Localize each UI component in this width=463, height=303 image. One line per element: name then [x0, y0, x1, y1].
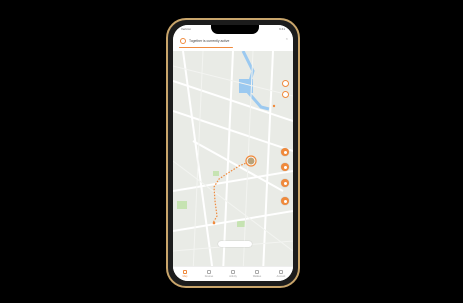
tab-label-devices: Devices [204, 275, 214, 278]
tab-label-map: Map [182, 275, 188, 278]
map-icon [183, 270, 187, 274]
action-button-4[interactable] [281, 197, 289, 205]
map-view[interactable] [173, 51, 293, 273]
account-icon [279, 270, 283, 274]
tab-account[interactable]: Account [271, 270, 291, 278]
tab-walkies[interactable]: Walkies [247, 270, 267, 278]
tab-devices[interactable]: Devices [199, 270, 219, 278]
map-status-pill[interactable] [218, 241, 252, 247]
activity-icon [231, 270, 235, 274]
tab-label-walkies: Walkies [252, 275, 262, 278]
action-button-3[interactable] [281, 179, 289, 187]
devices-icon [207, 270, 211, 274]
tab-label-account: Account [276, 275, 286, 278]
phone-frame: Verizon 9:41 Together is currently activ… [166, 18, 300, 288]
status-carrier: Verizon [181, 27, 192, 31]
close-icon[interactable]: × [286, 36, 288, 41]
tab-bar: Map Devices Activity Walkies Account [173, 266, 293, 281]
tab-activity[interactable]: Activity [223, 270, 243, 278]
together-icon [180, 38, 186, 44]
layers-button[interactable] [282, 91, 289, 98]
action-button-1[interactable] [281, 148, 289, 156]
banner-message: Together is currently active [189, 39, 230, 43]
banner-progress [179, 47, 233, 49]
walkies-icon [255, 270, 259, 274]
phone-screen: Verizon 9:41 Together is currently activ… [173, 25, 293, 281]
tab-map[interactable]: Map [175, 270, 195, 278]
action-button-2[interactable] [281, 163, 289, 171]
phone-notch [211, 25, 259, 34]
location-button[interactable] [282, 80, 289, 87]
status-time: 9:41 [279, 27, 285, 31]
tab-label-activity: Activity [229, 275, 237, 278]
